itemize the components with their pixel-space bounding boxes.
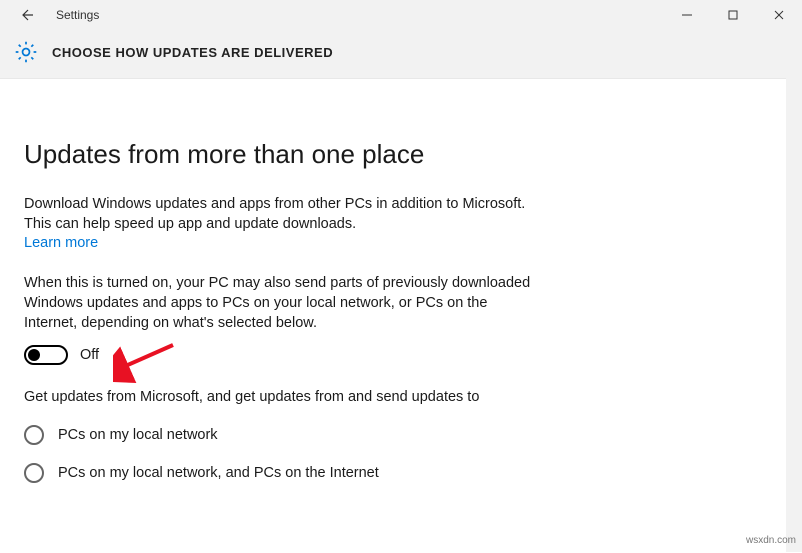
page-header: CHOOSE HOW UPDATES ARE DELIVERED [0, 30, 802, 79]
app-title: Settings [48, 8, 99, 22]
arrow-left-icon [18, 7, 34, 23]
radio-intro-text: Get updates from Microsoft, and get upda… [24, 387, 544, 407]
explanation-text: When this is turned on, your PC may also… [24, 273, 544, 333]
learn-more-link[interactable]: Learn more [24, 235, 98, 251]
window-controls [664, 0, 802, 30]
toggle-state-label: Off [80, 347, 99, 363]
back-button[interactable] [4, 0, 48, 30]
intro-text: Download Windows updates and apps from o… [24, 194, 544, 234]
toggle-row: Off [24, 345, 778, 365]
content-area: Updates from more than one place Downloa… [0, 79, 802, 553]
minimize-button[interactable] [664, 0, 710, 30]
watermark: wsxdn.com [746, 535, 796, 546]
radio-local-and-internet[interactable] [24, 463, 44, 483]
titlebar: Settings [0, 0, 802, 30]
gear-icon [12, 38, 40, 66]
close-button[interactable] [756, 0, 802, 30]
radio-label-local: PCs on my local network [58, 427, 218, 443]
radio-row-local: PCs on my local network [24, 425, 778, 445]
radio-label-internet: PCs on my local network, and PCs on the … [58, 465, 379, 481]
page-title: CHOOSE HOW UPDATES ARE DELIVERED [52, 45, 333, 60]
radio-local-network[interactable] [24, 425, 44, 445]
scrollbar[interactable] [786, 78, 802, 552]
heading: Updates from more than one place [24, 139, 778, 170]
toggle-knob [28, 349, 40, 361]
maximize-button[interactable] [710, 0, 756, 30]
radio-row-internet: PCs on my local network, and PCs on the … [24, 463, 778, 483]
delivery-toggle[interactable] [24, 345, 68, 365]
